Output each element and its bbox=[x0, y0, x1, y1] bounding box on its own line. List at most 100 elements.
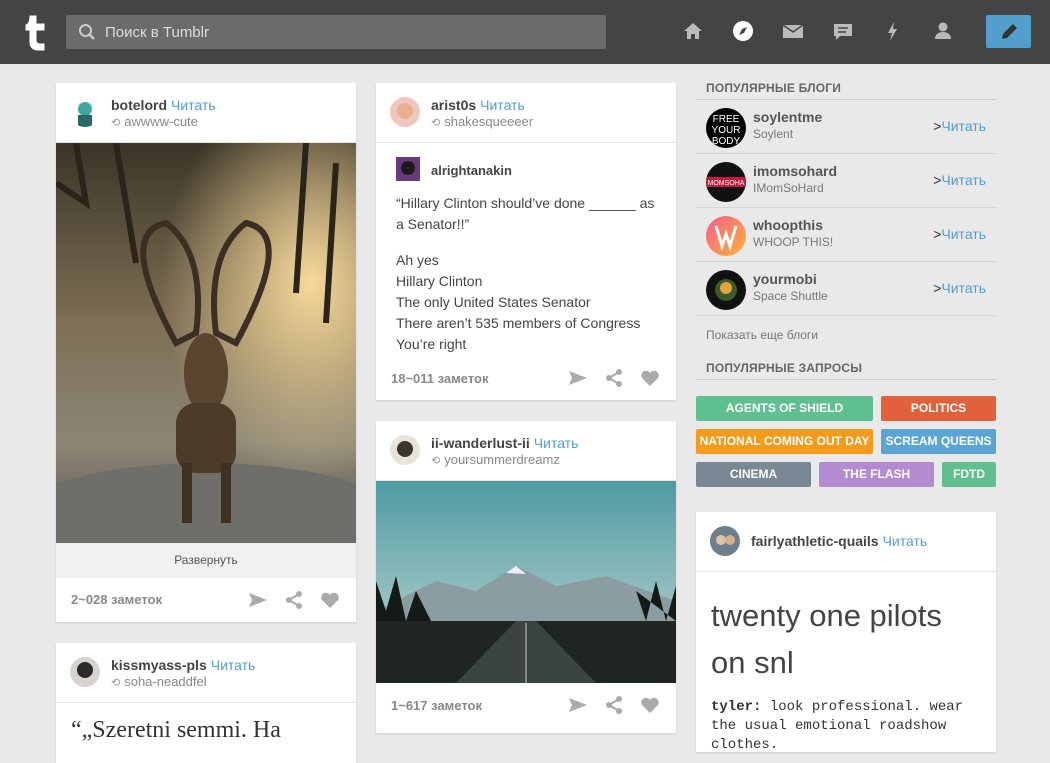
compass-icon[interactable] bbox=[730, 18, 756, 44]
popular-blogs-title: ПОПУЛЯРНЫЕ БЛОГИ bbox=[696, 76, 996, 100]
blog-row[interactable]: yourmobi Space Shuttle >Читать bbox=[696, 262, 996, 316]
chat-icon[interactable] bbox=[830, 18, 856, 44]
reblog-source[interactable]: shakesqueeeer bbox=[444, 114, 533, 129]
post-card: arist0s Читать ⟲ shakesqueeeer alrightanak… bbox=[376, 83, 676, 400]
search-tag[interactable]: NATIONAL COMING OUT DAY bbox=[696, 429, 873, 454]
post-header: arist0s Читать ⟲ shakesqueeeer bbox=[376, 83, 676, 143]
top-bar bbox=[0, 0, 1050, 64]
compose-button[interactable] bbox=[986, 15, 1031, 48]
svg-text:FREE: FREE bbox=[713, 114, 740, 125]
reblog-source[interactable]: awwww-cute bbox=[124, 114, 198, 129]
send-icon[interactable] bbox=[567, 367, 589, 389]
reblog-source[interactable]: soha-neaddfel bbox=[124, 674, 206, 689]
search-bar[interactable] bbox=[66, 15, 606, 49]
tumblr-logo-icon[interactable] bbox=[14, 10, 54, 54]
reblog-icon: ⟲ bbox=[111, 677, 121, 689]
expand-button[interactable]: Развернуть bbox=[56, 543, 356, 577]
svg-text:BODY: BODY bbox=[712, 136, 741, 147]
avatar[interactable]: FREE YOUR BODY bbox=[706, 108, 746, 148]
avatar[interactable] bbox=[396, 157, 420, 181]
blog-title: Space Shuttle bbox=[753, 289, 828, 303]
chat-speaker: tyler: bbox=[711, 699, 762, 715]
post-card: kissmyass-pls Читать ⟲ soha-neaddfel “„Sze… bbox=[56, 643, 356, 763]
search-input[interactable] bbox=[105, 23, 585, 41]
search-tag[interactable]: POLITICS bbox=[881, 396, 996, 421]
svg-text:MOMSOHA: MOMSOHA bbox=[708, 180, 745, 187]
avatar[interactable] bbox=[390, 435, 420, 465]
follow-link[interactable]: Читать bbox=[211, 657, 256, 673]
avatar[interactable]: MOMSOHA bbox=[706, 162, 746, 202]
post-card: fairlyathletic-quails Читать twenty one p… bbox=[696, 512, 996, 752]
follow-link[interactable]: Читать bbox=[941, 226, 986, 242]
pencil-icon bbox=[1001, 23, 1017, 39]
follow-link[interactable]: Читать bbox=[883, 533, 928, 549]
post-header: fairlyathletic-quails Читать bbox=[696, 512, 996, 572]
post-photo-deer[interactable] bbox=[56, 142, 356, 583]
post-headline: twenty one pilots on snl bbox=[711, 598, 942, 680]
follow-link[interactable]: Читать bbox=[941, 280, 986, 296]
popular-searches-title: ПОПУЛЯРНЫЕ ЗАПРОСЫ bbox=[696, 356, 996, 380]
search-tag[interactable]: FDTD bbox=[942, 462, 996, 487]
person-icon[interactable] bbox=[930, 18, 956, 44]
avatar[interactable] bbox=[706, 270, 746, 310]
follow-link[interactable]: Читать bbox=[534, 435, 579, 451]
post-username[interactable]: ii-wanderlust-ii bbox=[431, 435, 530, 451]
reblog-icon: ⟲ bbox=[431, 117, 441, 129]
mail-icon[interactable] bbox=[780, 18, 806, 44]
avatar[interactable] bbox=[70, 657, 100, 687]
search-tag[interactable]: THE FLASH bbox=[819, 462, 934, 487]
avatar[interactable] bbox=[706, 216, 746, 256]
reblog-icon: ⟲ bbox=[111, 117, 121, 129]
post-header: botelord Читать ⟲ awwww-cute bbox=[56, 83, 356, 143]
post-header: kissmyass-pls Читать ⟲ soha-neaddfel bbox=[56, 643, 356, 703]
search-tag[interactable]: SCREAM QUEENS bbox=[881, 429, 996, 454]
blog-title: Soylent bbox=[753, 127, 794, 141]
post-username[interactable]: botelord bbox=[111, 97, 167, 113]
heart-icon[interactable] bbox=[319, 589, 341, 611]
blog-name[interactable]: imomsohard bbox=[753, 163, 837, 179]
reblog-source[interactable]: yoursummerdreamz bbox=[444, 452, 560, 467]
avatar[interactable] bbox=[70, 97, 100, 127]
avatar[interactable] bbox=[710, 526, 740, 556]
show-more-blogs-link[interactable]: Показать еще блоги bbox=[696, 316, 996, 354]
post-line: You’re right bbox=[396, 336, 467, 352]
follow-link[interactable]: Читать bbox=[941, 118, 986, 134]
follow-link[interactable]: Читать bbox=[941, 172, 986, 188]
svg-text:YOUR: YOUR bbox=[712, 125, 741, 136]
blog-name[interactable]: whoopthis bbox=[753, 217, 823, 233]
follow-link[interactable]: Читать bbox=[480, 97, 525, 113]
follow-link[interactable]: Читать bbox=[171, 97, 216, 113]
post-photo-road[interactable] bbox=[376, 481, 676, 683]
avatar[interactable] bbox=[390, 97, 420, 127]
post-username[interactable]: kissmyass-pls bbox=[111, 657, 207, 673]
send-icon[interactable] bbox=[247, 589, 269, 611]
search-tag[interactable]: CINEMA bbox=[696, 462, 811, 487]
blog-name[interactable]: soylentme bbox=[753, 109, 822, 125]
blog-row[interactable]: whoopthis WHOOP THIS! >Читать bbox=[696, 208, 996, 262]
home-icon[interactable] bbox=[680, 18, 706, 44]
send-icon[interactable] bbox=[567, 694, 589, 716]
share-icon[interactable] bbox=[283, 589, 305, 611]
blog-row[interactable]: MOMSOHA imomsohard IMomSoHard >Читать bbox=[696, 154, 996, 208]
search-icon bbox=[79, 24, 95, 40]
reblog-author[interactable]: alrightanakin bbox=[431, 163, 512, 178]
post-card: ii-wanderlust-ii Читать ⟲ yoursummerdreamz… bbox=[376, 421, 676, 733]
heart-icon[interactable] bbox=[639, 694, 661, 716]
sidebar: ПОПУЛЯРНЫЕ БЛОГИ FREE YOUR BODY soylentme … bbox=[696, 76, 996, 380]
post-line: Ah yes bbox=[396, 252, 439, 268]
search-tag[interactable]: AGENTS OF SHIELD bbox=[696, 396, 873, 421]
blog-title: IMomSoHard bbox=[753, 181, 824, 195]
lightning-icon[interactable] bbox=[880, 18, 906, 44]
blog-name[interactable]: yourmobi bbox=[753, 271, 817, 287]
notes-count[interactable]: 1~617 заметок bbox=[391, 698, 567, 713]
notes-count[interactable]: 18~011 заметок bbox=[391, 371, 567, 386]
heart-icon[interactable] bbox=[639, 367, 661, 389]
share-icon[interactable] bbox=[603, 367, 625, 389]
post-card: botelord Читать ⟲ awwww-cute Развернуть 2~… bbox=[56, 83, 356, 622]
post-username[interactable]: fairlyathletic-quails bbox=[751, 533, 879, 549]
blog-title: WHOOP THIS! bbox=[753, 235, 834, 249]
post-username[interactable]: arist0s bbox=[431, 97, 476, 113]
share-icon[interactable] bbox=[603, 694, 625, 716]
notes-count[interactable]: 2~028 заметок bbox=[71, 592, 247, 607]
blog-row[interactable]: FREE YOUR BODY soylentme Soylent >Читать bbox=[696, 100, 996, 154]
